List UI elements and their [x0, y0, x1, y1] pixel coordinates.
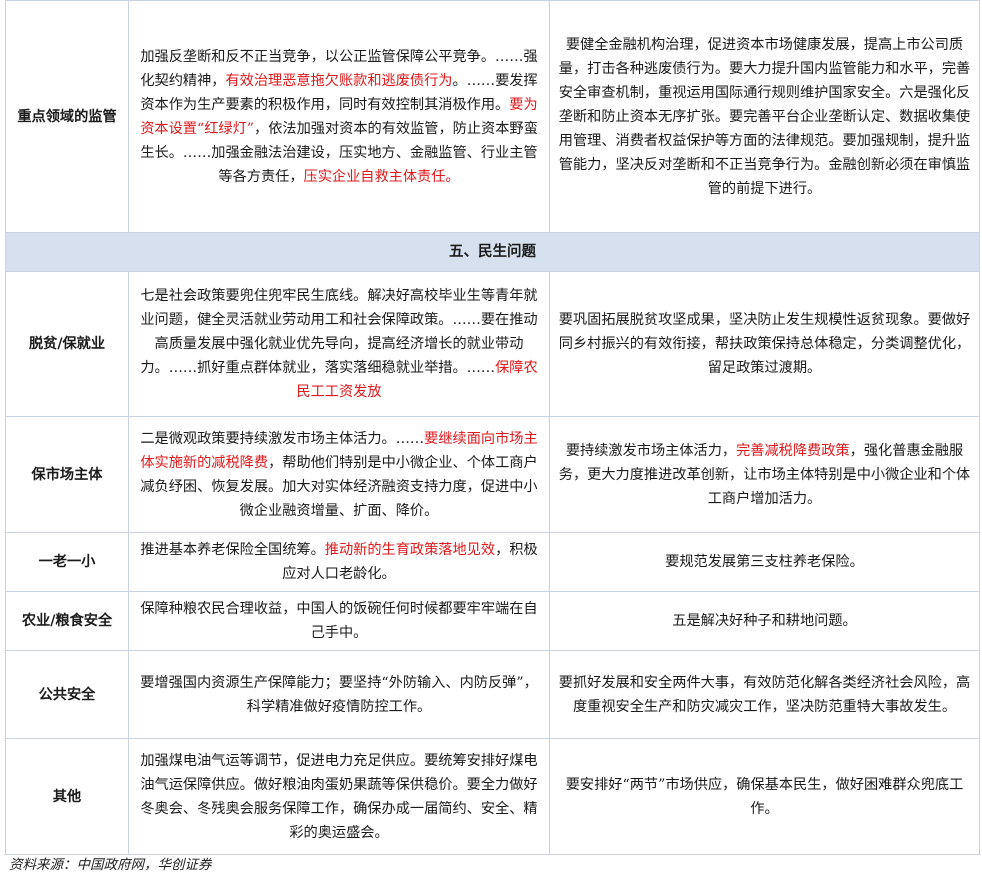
table-row: 农业/粮食安全 保障种粮农民合理收益，中国人的饭碗任何时候都要牢牢端在自己手中。…: [5, 591, 980, 651]
row-col3-text: 要安排好“两节”市场供应，确保基本民生，做好困难群众兜底工作。: [549, 738, 980, 855]
row-category: 其他: [5, 738, 129, 855]
row-col2-text: 推进基本养老保险全国统筹。推动新的生育政策落地见效，积极应对人口老龄化。: [128, 532, 550, 592]
row-col2-text: 加强反垄断和反不正当竞争，以公正监管保障公平竞争。……强化契约精神，有效治理恶意…: [128, 0, 550, 233]
table-row: 一老一小 推进基本养老保险全国统筹。推动新的生育政策落地见效，积极应对人口老龄化…: [5, 532, 980, 592]
highlighted-text: 有效治理恶意拖欠账款和逃废债行为: [225, 72, 453, 89]
cell-text: 要抓好发展和安全两件大事，有效防范化解各类经济社会风险，高度重视安全生产和防灾减…: [558, 674, 971, 715]
cell-text: 七是社会政策要兜住兜牢民生底线。解决好高校毕业生等青年就业问题，健全灵活就业劳动…: [140, 288, 538, 376]
table-row: 其他 加强煤电油气运等调节，促进电力充足供应。要统筹安排好煤电油气运保障供应。做…: [5, 738, 980, 855]
cell-text: 推进基本养老保险全国统筹。: [140, 542, 325, 558]
row-col2-text: 加强煤电油气运等调节，促进电力充足供应。要统筹安排好煤电油气运保障供应。做好粮油…: [128, 738, 550, 855]
section-header-row: 五、民生问题: [5, 232, 980, 272]
row-col3-text: 要持续激发市场主体活力，完善减税降费政策，强化普惠金融服务，更大力度推进改革创新…: [549, 416, 980, 533]
row-category: 一老一小: [5, 532, 129, 592]
cell-text: 保障种粮农民合理收益，中国人的饭碗任何时候都要牢牢端在自己手中。: [140, 601, 538, 641]
row-category: 农业/粮食安全: [5, 591, 129, 651]
row-category: 公共安全: [5, 650, 129, 739]
table-row: 保市场主体 二是微观政策要持续激发市场主体活力。……要继续面向市场主体实施新的减…: [5, 416, 980, 533]
row-col3-text: 要健全金融机构治理，促进资本市场健康发展，提高上市公司质量，打击各种逃废债行为。…: [549, 0, 980, 233]
row-col2-text: 二是微观政策要持续激发市场主体活力。……要继续面向市场主体实施新的减税降费，帮助…: [128, 416, 550, 533]
cell-text: 要巩固拓展脱贫攻坚成果，坚决防止发生规模性返贫现象。要做好同乡村振兴的有效衔接，…: [558, 312, 971, 376]
source-note: 资料来源：中国政府网，华创证券: [9, 857, 212, 873]
row-col3-text: 要规范发展第三支柱养老保险。: [549, 532, 980, 592]
cell-text: 五是解决好种子和耕地问题。: [672, 613, 857, 629]
table-row: 脱贫/保就业 七是社会政策要兜住兜牢民生底线。解决好高校毕业生等青年就业问题，健…: [5, 271, 980, 417]
highlighted-text: 推动新的生育政策落地见效: [324, 542, 496, 558]
section-title: 五、民生问题: [5, 232, 980, 272]
policy-comparison-table: 重点领域的监管 加强反垄断和反不正当竞争，以公正监管保障公平竞争。……强化契约精…: [5, 0, 980, 855]
cell-text: 要安排好“两节”市场供应，确保基本民生，做好困难群众兜底工作。: [565, 776, 964, 817]
cell-text: 加强煤电油气运等调节，促进电力充足供应。要统筹安排好煤电油气运保障供应。做好粮油…: [140, 752, 538, 841]
row-category: 保市场主体: [5, 416, 129, 533]
cell-text: 二是微观政策要持续激发市场主体活力。……: [140, 430, 425, 447]
row-col2-text: 保障种粮农民合理收益，中国人的饭碗任何时候都要牢牢端在自己手中。: [128, 591, 550, 651]
table-row: 公共安全 要增强国内资源生产保障能力；要坚持“外防输入、内防反弹”，科学精准做好…: [5, 650, 980, 739]
row-col3-text: 五是解决好种子和耕地问题。: [549, 591, 980, 651]
table-row: 重点领域的监管 加强反垄断和反不正当竞争，以公正监管保障公平竞争。……强化契约精…: [5, 0, 980, 233]
row-col3-text: 要抓好发展和安全两件大事，有效防范化解各类经济社会风险，高度重视安全生产和防灾减…: [549, 650, 980, 739]
cell-text: 要规范发展第三支柱养老保险。: [665, 554, 864, 570]
cell-text: 要健全金融机构治理，促进资本市场健康发展，提高上市公司质量，打击各种逃废债行为。…: [558, 36, 971, 197]
row-col2-text: 要增强国内资源生产保障能力；要坚持“外防输入、内防反弹”，科学精准做好疫情防控工…: [128, 650, 550, 739]
row-col3-text: 要巩固拓展脱贫攻坚成果，坚决防止发生规模性返贫现象。要做好同乡村振兴的有效衔接，…: [549, 271, 980, 417]
highlighted-text: 完善减税降费政策: [736, 442, 850, 459]
cell-text: 要持续激发市场主体活力，: [565, 442, 737, 459]
cell-text: 要增强国内资源生产保障能力；要坚持“外防输入、内防反弹”，科学精准做好疫情防控工…: [140, 674, 538, 715]
highlighted-text: 压实企业自救主体责任。: [303, 168, 460, 185]
row-category: 重点领域的监管: [5, 0, 129, 233]
row-category: 脱贫/保就业: [5, 271, 129, 417]
row-col2-text: 七是社会政策要兜住兜牢民生底线。解决好高校毕业生等青年就业问题，健全灵活就业劳动…: [128, 271, 550, 417]
